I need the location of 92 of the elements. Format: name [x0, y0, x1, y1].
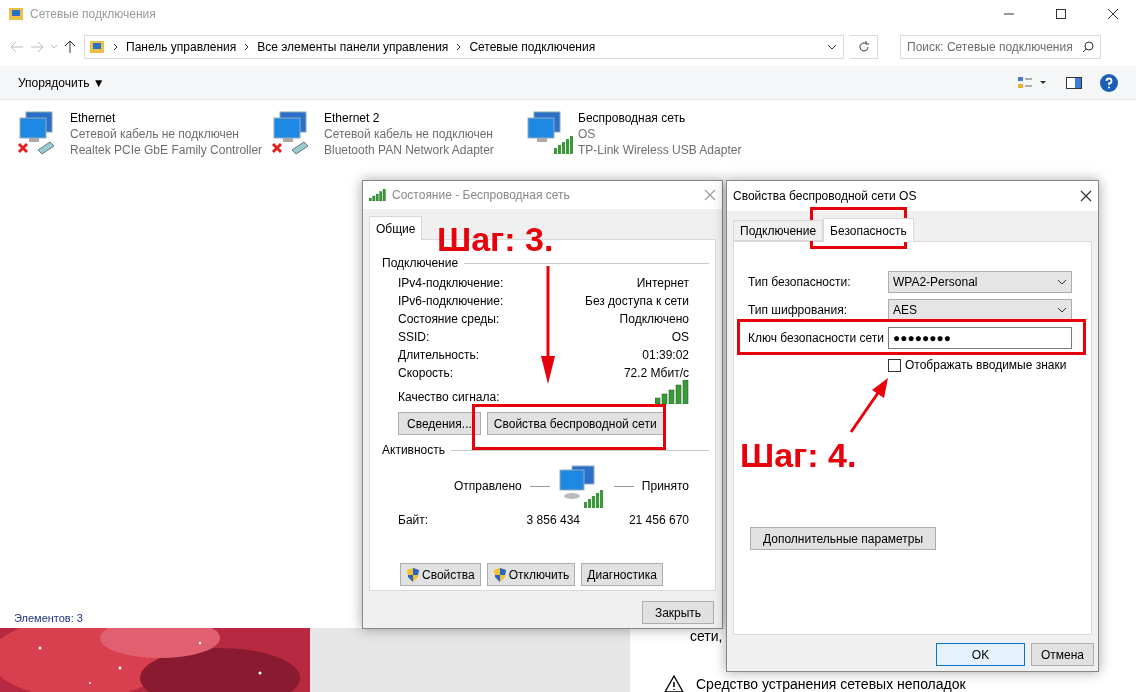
step-label: Шаг: 3.: [437, 222, 554, 256]
dropdown[interactable]: AES: [888, 299, 1072, 321]
wireless-properties-button[interactable]: Свойства беспроводной сети: [486, 412, 664, 435]
preview-pane-icon[interactable]: [1066, 76, 1082, 89]
shield-icon: [406, 566, 420, 583]
up-icon[interactable]: [64, 40, 76, 54]
network-item[interactable]: Ethernet Сетевой кабель не подключен Realtek PCIe GbE Family Controller: [16, 110, 270, 158]
checkbox[interactable]: [888, 358, 901, 372]
field-label: IPv4-подключение:: [398, 276, 504, 290]
adapter-name: Realtek PCIe GbE Family Controller: [70, 142, 263, 158]
tab[interactable]: Общие: [369, 216, 423, 240]
field-label: Тип безопасности:: [748, 275, 852, 289]
dialog-title: Свойства беспроводной сети OS: [733, 189, 918, 203]
view-options-icon[interactable]: [1018, 75, 1048, 90]
field-value: OS: [671, 330, 689, 344]
cancel-button[interactable]: Отмена: [1031, 643, 1094, 666]
field-value: Интернет: [636, 276, 689, 290]
tab[interactable]: Подключение: [733, 220, 824, 241]
field-label: Длительность:: [398, 348, 480, 362]
item-count: Элементов: 3: [14, 612, 83, 624]
refresh-icon: [857, 41, 870, 53]
help-icon[interactable]: [1100, 73, 1118, 92]
field-label: Качество сигнала:: [398, 390, 500, 404]
ok-button[interactable]: OK: [936, 643, 1025, 666]
organize-menu[interactable]: Упорядочить ▼: [18, 75, 105, 90]
shield-icon: [492, 566, 507, 583]
tab[interactable]: Безопасность: [823, 218, 914, 242]
chevron-right-icon: [244, 43, 250, 51]
search-field[interactable]: Поиск: Сетевые подключения: [900, 35, 1101, 59]
signal-icon: [369, 189, 386, 201]
connection-status: Сетевой кабель не подключен: [70, 126, 240, 142]
field-value: Без доступа к сети: [585, 294, 689, 308]
checkbox-label: Отображать вводимые знаки: [905, 358, 1067, 372]
connection-status: Сетевой кабель не подключен: [324, 126, 494, 142]
signal-quality-icon: [655, 380, 689, 404]
group-heading: Активность: [382, 443, 445, 457]
advanced-settings-button[interactable]: Дополнительные параметры: [750, 527, 937, 550]
dialog-title: Состояние - Беспроводная сеть: [392, 188, 571, 202]
chevron-down-icon: [1057, 307, 1067, 313]
folder-network-icon: [89, 39, 105, 55]
sent-label: Отправлено: [454, 479, 522, 493]
step-label: Шаг: 4.: [740, 438, 857, 472]
network-computers-icon: [557, 464, 606, 508]
bytes-label: Байт:: [398, 513, 430, 527]
close-icon[interactable]: [1107, 8, 1119, 20]
adapter-name: TP-Link Wireless USB Adapter: [578, 142, 742, 158]
field-label: IPv6-подключение:: [398, 294, 504, 308]
settings-text: сети,: [690, 628, 724, 644]
field-value: Подключено: [619, 312, 689, 326]
action-button[interactable]: Диагностика: [581, 563, 663, 586]
connection-status: OS: [578, 126, 597, 142]
field-label: Скорость:: [398, 366, 454, 380]
breadcrumb[interactable]: Все элементы панели управления: [257, 40, 449, 54]
chevron-down-icon[interactable]: [827, 44, 837, 50]
chevron-down-icon: [1057, 279, 1067, 285]
address-bar[interactable]: Панель управления Все элементы панели управления Сетевые подключения: [84, 35, 844, 59]
network-item[interactable]: Ethernet 2 Сетевой кабель не подключен Bluetooth PAN Network Adapter: [270, 110, 524, 158]
network-item[interactable]: Беспроводная сеть OS TP-Link Wireless USB Adapter: [524, 110, 778, 158]
field-label: Состояние среды:: [398, 312, 500, 326]
warning-icon: [664, 675, 684, 692]
action-button[interactable]: Свойства: [400, 563, 481, 586]
folder-network-icon: [8, 6, 24, 22]
arrow: [849, 378, 888, 433]
chevron-right-icon: [456, 43, 462, 51]
sent-bytes: 3 856 434: [525, 513, 580, 527]
close-icon[interactable]: [1080, 190, 1092, 202]
window-title: Сетевые подключения: [30, 7, 157, 21]
breadcrumb[interactable]: Сетевые подключения: [469, 40, 596, 54]
chevron-right-icon: [113, 43, 118, 51]
search-icon: [1082, 41, 1094, 53]
field-label: Тип шифрования:: [748, 303, 848, 317]
adapter-name: Bluetooth PAN Network Adapter: [324, 142, 494, 158]
connection-name: Ethernet 2: [324, 110, 381, 126]
action-button[interactable]: Отключить: [486, 563, 576, 586]
password-field[interactable]: ●●●●●●●●: [888, 327, 1072, 349]
group-heading: Подключение: [382, 256, 459, 270]
received-label: Принято: [641, 479, 689, 493]
field-value: 01:39:02: [642, 348, 689, 362]
breadcrumb[interactable]: Панель управления: [126, 40, 237, 54]
close-button[interactable]: Закрыть: [642, 601, 714, 624]
connection-name: Ethernet: [70, 110, 117, 126]
field-label: SSID:: [398, 330, 430, 344]
dropdown[interactable]: WPA2-Personal: [888, 271, 1072, 293]
received-bytes: 21 456 670: [628, 513, 689, 527]
connection-name: Беспроводная сеть: [578, 110, 687, 126]
refresh-button[interactable]: [850, 35, 878, 59]
maximize-icon[interactable]: [1056, 9, 1066, 19]
field-value: 72.2 Мбит/с: [623, 366, 689, 380]
details-button[interactable]: Сведения...: [398, 412, 481, 435]
field-label: Ключ безопасности сети: [748, 331, 885, 345]
wireless-network-icon: [524, 110, 574, 156]
troubleshooter-link[interactable]: Средство устранения сетевых неполадок: [696, 676, 966, 692]
